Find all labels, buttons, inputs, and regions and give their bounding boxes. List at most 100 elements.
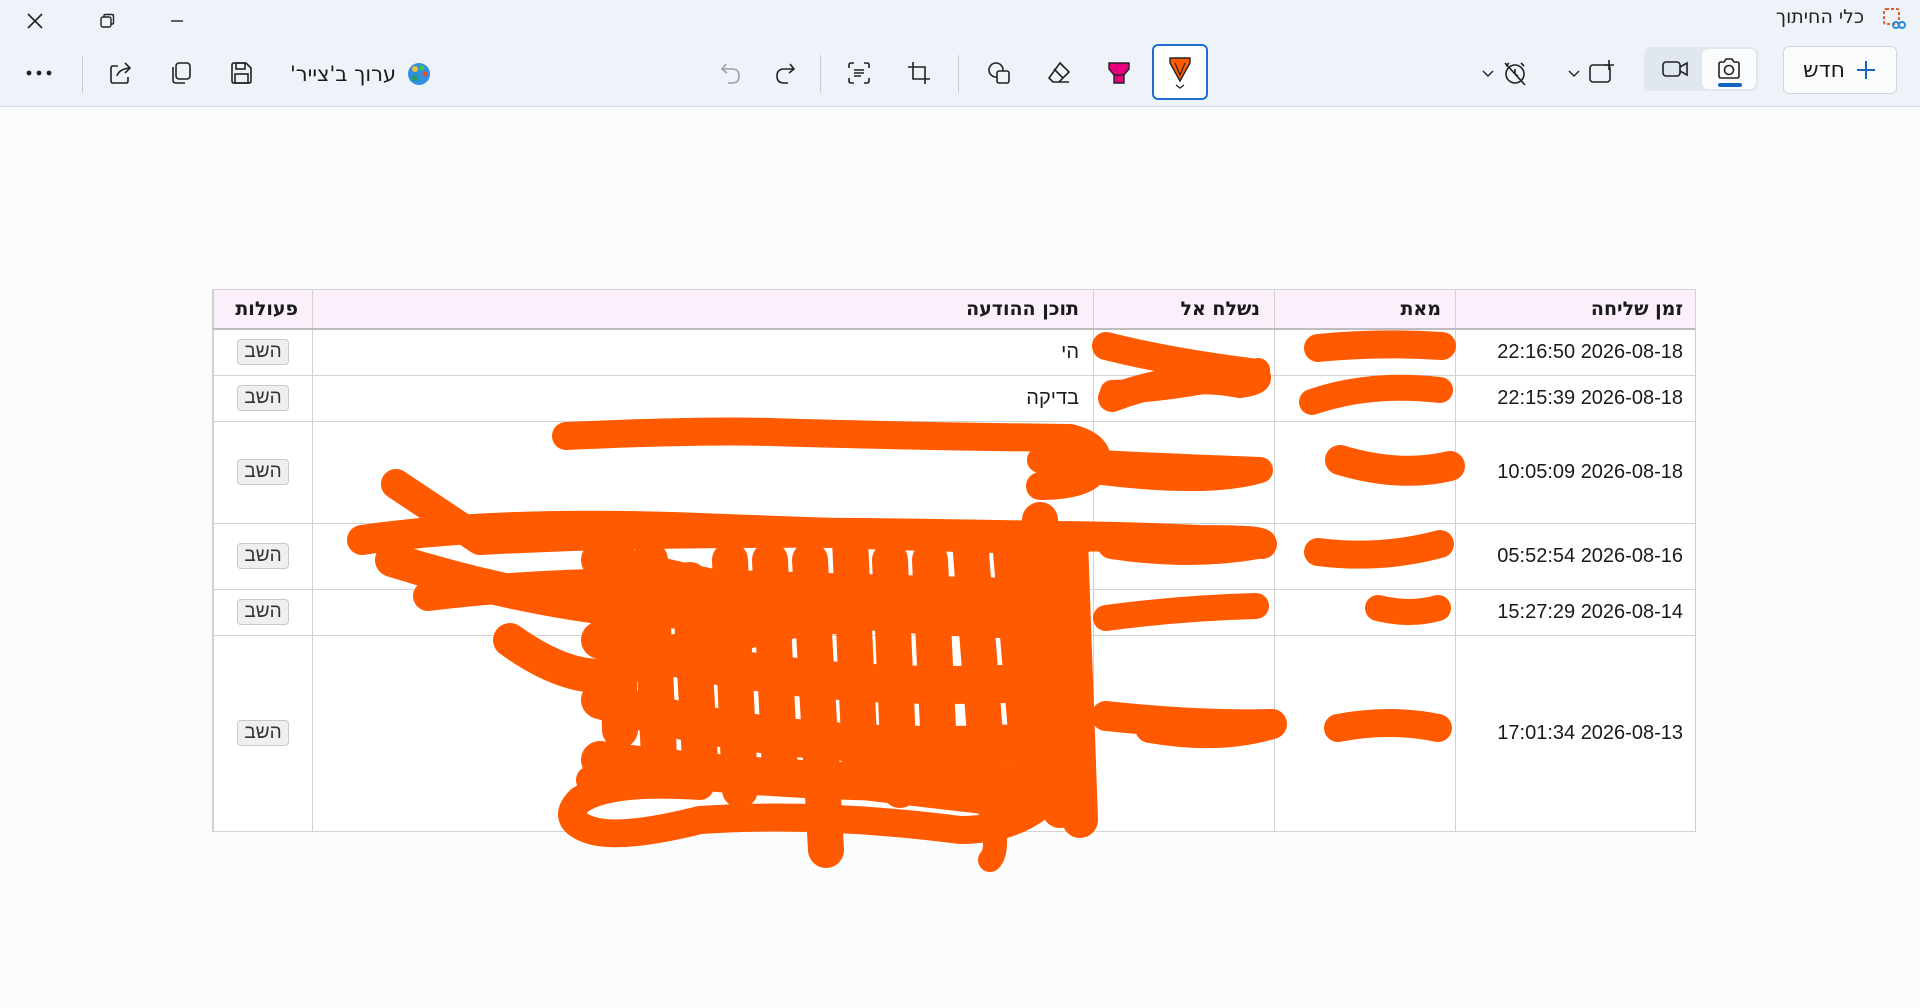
cell-sent-time: 2026-08-16 05:52:54 <box>1455 522 1695 590</box>
cell-actions: השב <box>213 374 313 422</box>
edit-in-paint-button[interactable]: ערוך ב'צייר' <box>290 54 432 94</box>
snip-canvas: זמן שליחה מאת נשלח אל תוכן ההודעה פעולות… <box>212 289 1696 832</box>
cell-actions: השב <box>213 420 313 524</box>
text-actions-icon <box>848 62 870 84</box>
table-row: 2026-08-18 10:05:09 השב <box>213 420 1695 524</box>
screenshot-mode-button[interactable] <box>1702 49 1756 89</box>
video-mode-button[interactable] <box>1648 49 1702 89</box>
table-row: 2026-08-14 15:27:29 השב <box>213 588 1695 636</box>
reply-button[interactable]: השב <box>237 339 289 366</box>
toolbar-divider <box>82 55 83 93</box>
header-sent-to: נשלח אל <box>1093 289 1275 330</box>
cell-message-content: הי <box>312 328 1094 376</box>
snip-mode-dropdown[interactable] <box>1556 50 1626 96</box>
cell-sent-to <box>1093 588 1275 636</box>
crop-button[interactable] <box>896 50 942 96</box>
new-snip-label: חדש <box>1803 57 1845 83</box>
restore-icon <box>100 13 115 28</box>
close-window-button[interactable] <box>0 0 70 42</box>
cell-message-content <box>312 588 1094 636</box>
header-actions: פעולות <box>213 289 313 330</box>
eraser-icon <box>1047 61 1071 83</box>
app-title: כלי החיתוך <box>1775 6 1864 28</box>
chevron-down-icon <box>1568 70 1580 77</box>
plus-icon <box>1857 61 1875 79</box>
cell-sent-time: 2026-08-18 22:16:50 <box>1455 328 1695 376</box>
cell-from <box>1274 522 1456 590</box>
header-sent-time: זמן שליחה <box>1455 289 1695 330</box>
table-header-row: זמן שליחה מאת נשלח אל תוכן ההודעה פעולות <box>213 289 1695 330</box>
restore-window-button[interactable] <box>72 0 142 42</box>
more-icon <box>26 70 52 76</box>
cell-sent-to <box>1093 420 1275 524</box>
text-actions-button[interactable] <box>836 50 882 96</box>
share-button[interactable] <box>98 50 144 96</box>
cell-sent-to <box>1093 374 1275 422</box>
undo-button[interactable] <box>708 50 754 96</box>
chevron-down-icon <box>1482 70 1494 77</box>
more-button[interactable] <box>16 50 62 96</box>
save-icon <box>231 62 252 84</box>
highlighter-icon <box>1108 62 1130 84</box>
cell-from <box>1274 588 1456 636</box>
header-message-content: תוכן ההודעה <box>312 289 1094 330</box>
cell-sent-time: 2026-08-13 17:01:34 <box>1455 634 1695 832</box>
camera-icon <box>1718 58 1740 79</box>
eraser-button[interactable] <box>1036 50 1082 96</box>
cell-actions: השב <box>213 328 313 376</box>
cell-sent-time: 2026-08-14 15:27:29 <box>1455 588 1695 636</box>
shapes-button[interactable] <box>976 50 1022 96</box>
table-row: 2026-08-13 17:01:34 השב <box>213 634 1695 832</box>
cell-message-content <box>312 420 1094 524</box>
cell-actions: השב <box>213 588 313 636</box>
cell-sent-time: 2026-08-18 10:05:09 <box>1455 420 1695 524</box>
title-bar: כלי החיתוך <box>0 0 1920 42</box>
cell-from <box>1274 634 1456 832</box>
minimize-icon <box>171 20 183 22</box>
cell-message-content: בדיקה <box>312 374 1094 422</box>
undo-icon <box>720 63 740 84</box>
highlighter-button[interactable] <box>1096 50 1142 96</box>
snip-mode-icon <box>1589 60 1614 83</box>
toolbar-divider <box>958 55 959 93</box>
new-snip-button[interactable]: חדש <box>1783 46 1897 94</box>
shapes-icon <box>988 62 1010 84</box>
save-button[interactable] <box>218 50 264 96</box>
active-mode-indicator <box>1718 83 1742 87</box>
toolbar-divider <box>820 55 821 93</box>
snipping-tool-icon <box>1883 8 1906 29</box>
table-row: 2026-08-18 22:16:50 הי השב <box>213 328 1695 376</box>
cell-sent-to <box>1093 522 1275 590</box>
pen-button[interactable] <box>1152 44 1208 100</box>
pen-icon <box>1169 57 1191 89</box>
cell-from <box>1274 374 1456 422</box>
cell-message-content <box>312 522 1094 590</box>
cell-sent-to <box>1093 634 1275 832</box>
toolbar: ערוך ב'צייר' חדש <box>0 42 1920 107</box>
table-row: 2026-08-18 22:15:39 בדיקה השב <box>213 374 1695 422</box>
snip-canvas-background <box>0 832 1920 1008</box>
share-icon <box>110 62 132 84</box>
delay-dropdown[interactable] <box>1470 50 1540 96</box>
paint-palette-icon <box>408 63 431 85</box>
reply-button[interactable]: השב <box>237 543 289 569</box>
table-row: 2026-08-16 05:52:54 השב <box>213 522 1695 590</box>
reply-button[interactable]: השב <box>237 459 289 485</box>
cell-from <box>1274 328 1456 376</box>
copy-icon <box>172 62 191 84</box>
cell-actions: השב <box>213 522 313 590</box>
cell-actions: השב <box>213 634 313 832</box>
reply-button[interactable]: השב <box>237 599 289 625</box>
cell-from <box>1274 420 1456 524</box>
minimize-window-button[interactable] <box>142 0 212 42</box>
cell-sent-to <box>1093 328 1275 376</box>
cell-message-content <box>312 634 1094 832</box>
edit-in-paint-label: ערוך ב'צייר' <box>290 62 397 86</box>
messages-table: זמן שליחה מאת נשלח אל תוכן ההודעה פעולות… <box>213 289 1695 832</box>
reply-button[interactable]: השב <box>237 385 289 411</box>
redo-button[interactable] <box>762 50 808 96</box>
header-from: מאת <box>1274 289 1456 330</box>
copy-button[interactable] <box>158 50 204 96</box>
cell-sent-time: 2026-08-18 22:15:39 <box>1455 374 1695 422</box>
reply-button[interactable]: השב <box>237 720 289 746</box>
